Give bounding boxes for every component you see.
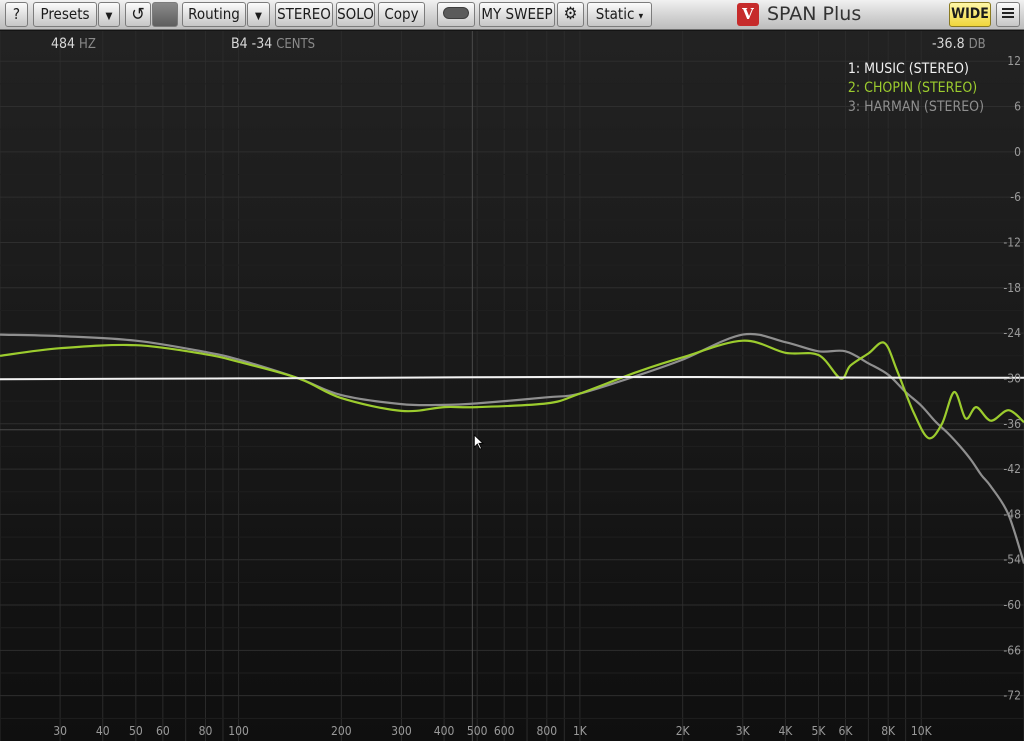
help-button[interactable]: ?	[5, 2, 28, 27]
plot-background	[0, 31, 1024, 741]
note-value: B4 -34	[231, 36, 273, 52]
spectrum-chart[interactable]: 1260-6-12-18-24-30-36-42-48-54-60-66-723…	[0, 31, 1024, 741]
y-tick-label: -54	[1003, 553, 1021, 567]
x-tick-label: 50	[129, 724, 143, 738]
routing-button[interactable]: Routing	[182, 2, 246, 27]
toolbar: ? Presets ▼ ↺ Routing ▼ STEREO SOLO Copy…	[0, 0, 1024, 30]
frequency-value: 484	[51, 36, 76, 52]
toggle-indicator-icon	[443, 7, 469, 19]
y-tick-label: 6	[1014, 100, 1021, 114]
x-tick-label: 80	[199, 724, 213, 738]
y-tick-label: 12	[1007, 54, 1021, 68]
gear-icon: ⚙	[563, 4, 578, 24]
y-tick-label: -60	[1003, 598, 1021, 612]
routing-dropdown-button[interactable]: ▼	[247, 2, 270, 27]
spectrum-display[interactable]: 12 6 0 -6 -12 -18 -24 -30 -36 -42 -48 -54 -60 -66 -72 3…	[0, 31, 1024, 741]
mode-label: Static	[595, 5, 635, 23]
x-tick-label: 100	[228, 724, 249, 738]
menu-icon	[1002, 8, 1014, 18]
stereo-button[interactable]: STEREO	[275, 2, 333, 27]
x-tick-label: 30	[53, 724, 67, 738]
level-readout: -36.8 DB	[932, 36, 986, 52]
level-value: -36.8	[932, 36, 965, 52]
y-tick-label: -30	[1003, 371, 1021, 385]
wide-button[interactable]: WIDE	[949, 2, 991, 27]
x-tick-label: 800	[537, 724, 558, 738]
x-tick-label: 3K	[736, 724, 751, 738]
sweep-button[interactable]: MY SWEEP	[479, 2, 555, 27]
settings-button[interactable]: ⚙	[557, 2, 584, 27]
y-tick-label: -42	[1003, 462, 1021, 476]
x-tick-label: 10K	[911, 724, 933, 738]
solo-button[interactable]: SOLO	[336, 2, 375, 27]
y-tick-label: -72	[1003, 689, 1021, 703]
y-tick-label: -24	[1003, 326, 1021, 340]
chevron-down-icon: ▼	[255, 11, 262, 22]
app-title: SPAN Plus	[767, 3, 862, 25]
presets-dropdown-button[interactable]: ▼	[98, 2, 120, 27]
level-unit: DB	[968, 37, 986, 52]
y-tick-label: -36	[1003, 417, 1021, 431]
chevron-down-icon: ▾	[638, 11, 644, 22]
menu-button[interactable]	[996, 2, 1020, 27]
x-tick-label: 1K	[573, 724, 588, 738]
y-tick-label: -18	[1003, 281, 1021, 295]
y-tick-label: -48	[1003, 507, 1021, 521]
logo-icon: V	[737, 3, 759, 26]
legend-item-chopin[interactable]: 2: CHOPIN (STEREO)	[848, 79, 984, 98]
x-tick-label: 8K	[881, 724, 896, 738]
mode-dropdown[interactable]: Static ▾	[587, 2, 652, 27]
presets-button[interactable]: Presets	[33, 2, 97, 27]
x-tick-label: 40	[96, 724, 110, 738]
x-tick-label: 200	[331, 724, 352, 738]
y-tick-label: 0	[1014, 145, 1021, 159]
x-tick-label: 6K	[839, 724, 854, 738]
frequency-readout: 484 HZ	[51, 36, 96, 52]
note-readout: B4 -34 CENTS	[231, 36, 315, 52]
redo-button[interactable]	[152, 2, 178, 27]
y-tick-label: -12	[1003, 235, 1021, 249]
undo-button[interactable]: ↺	[125, 2, 151, 27]
frequency-unit: HZ	[79, 37, 96, 52]
x-tick-label: 60	[156, 724, 170, 738]
x-tick-label: 4K	[778, 724, 793, 738]
x-tick-label: 2K	[676, 724, 691, 738]
x-tick-label: 5K	[812, 724, 827, 738]
copy-button[interactable]: Copy	[378, 2, 425, 27]
legend: 1: MUSIC (STEREO) 2: CHOPIN (STEREO) 3: …	[848, 60, 984, 117]
x-tick-label: 400	[434, 724, 455, 738]
undo-icon: ↺	[131, 4, 145, 25]
x-tick-label: 600	[494, 724, 515, 738]
note-unit: CENTS	[276, 37, 316, 52]
sweep-toggle-button[interactable]	[437, 2, 475, 27]
legend-item-music[interactable]: 1: MUSIC (STEREO)	[848, 60, 984, 79]
legend-item-harman[interactable]: 3: HARMAN (STEREO)	[848, 98, 984, 117]
y-tick-label: -66	[1003, 643, 1021, 657]
y-tick-label: -6	[1010, 190, 1021, 204]
x-tick-label: 500	[467, 724, 488, 738]
x-tick-label: 300	[391, 724, 412, 738]
chevron-down-icon: ▼	[105, 11, 113, 22]
